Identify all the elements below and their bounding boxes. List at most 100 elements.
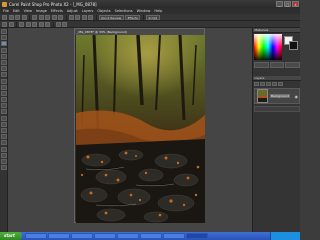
close-button[interactable]: x — [292, 1, 299, 7]
option-button-2[interactable] — [25, 21, 31, 27]
menu-window[interactable]: Window — [137, 9, 151, 13]
zoom-tool[interactable] — [0, 35, 7, 41]
duplicate-layer-button[interactable] — [260, 82, 265, 86]
reset-button[interactable] — [8, 21, 14, 27]
layer-properties-bar — [254, 106, 300, 112]
preset-shape-tool[interactable] — [0, 128, 7, 133]
dropper-tool[interactable] — [0, 53, 7, 59]
title-bar: Corel Paint Shop Pro Photo X2 - [_MG_087… — [0, 0, 300, 8]
layer-properties-button[interactable] — [278, 82, 283, 86]
materials-control-1[interactable] — [254, 62, 269, 68]
selection-tool[interactable] — [0, 47, 7, 53]
maximize-button[interactable]: □ — [284, 1, 291, 7]
menu-edit[interactable]: Edit — [13, 9, 20, 13]
new-file-button[interactable] — [2, 14, 7, 20]
crop-tool[interactable] — [0, 59, 7, 65]
layers-panel-title: Layers — [253, 76, 301, 81]
materials-panel-title: Materials — [253, 28, 300, 33]
materials-control-3[interactable] — [285, 62, 301, 68]
layer-mask-button[interactable] — [272, 82, 277, 86]
taskbar-item[interactable] — [163, 233, 185, 239]
open-file-button[interactable] — [8, 14, 14, 20]
minimize-button[interactable]: _ — [276, 1, 283, 7]
tools-toolbar — [0, 28, 8, 232]
red-eye-tool[interactable] — [0, 72, 7, 78]
undo-button[interactable] — [32, 14, 37, 20]
window-controls: _ □ x — [276, 1, 299, 7]
taskbar-item[interactable] — [140, 233, 162, 239]
menu-layers[interactable]: Layers — [82, 9, 94, 13]
eraser-tool[interactable] — [0, 109, 7, 115]
menu-help[interactable]: Help — [154, 9, 162, 13]
layer-row-background[interactable]: Background ◉ — [254, 88, 300, 104]
menu-file[interactable]: File — [3, 9, 9, 13]
pan-tool[interactable] — [0, 29, 7, 34]
zoom-button[interactable] — [68, 14, 74, 20]
standard-toolbar: Quick Review Effects Script — [0, 14, 300, 21]
option-button-1[interactable] — [19, 21, 24, 27]
photo-canvas[interactable] — [76, 35, 205, 223]
toolbar-separator — [95, 14, 96, 20]
effects-button[interactable]: Effects — [125, 14, 141, 20]
menu-selections[interactable]: Selections — [115, 9, 133, 13]
menu-image[interactable]: Image — [36, 9, 47, 13]
option-button-5[interactable] — [45, 21, 50, 27]
mesh-warp-tool[interactable] — [0, 146, 7, 152]
layer-name: Background — [270, 94, 290, 98]
menu-objects[interactable]: Objects — [97, 9, 110, 13]
taskbar-item[interactable] — [25, 233, 47, 239]
save-button[interactable] — [15, 14, 20, 20]
redo-button[interactable] — [38, 14, 44, 20]
crop-button[interactable] — [75, 14, 80, 20]
smudge-tool[interactable] — [0, 158, 7, 164]
system-tray-clock — [270, 232, 300, 240]
right-panels: Materials Layers Background ◉ — [252, 28, 301, 232]
paint-brush-tool[interactable] — [0, 90, 7, 96]
script-button[interactable]: Script — [145, 14, 160, 20]
taskbar-item[interactable] — [48, 233, 70, 239]
materials-controls — [254, 62, 301, 68]
pen-tool[interactable] — [0, 134, 7, 140]
clone-brush-tool[interactable] — [0, 78, 7, 84]
menu-adjust[interactable]: Adjust — [67, 9, 78, 13]
straighten-tool[interactable] — [0, 66, 7, 72]
document-window[interactable]: _MG_0878* @ 33% (Background) — [74, 28, 205, 223]
preset-button[interactable] — [2, 21, 7, 27]
text-tool[interactable] — [0, 121, 7, 127]
taskbar-item-active[interactable] — [186, 233, 208, 239]
option-button-7[interactable] — [62, 21, 67, 27]
pick-tool[interactable] — [0, 41, 7, 47]
flood-fill-tool[interactable] — [0, 115, 7, 121]
cut-button[interactable] — [45, 14, 50, 20]
taskbar-item[interactable] — [117, 233, 139, 239]
scratch-remover-tool[interactable] — [0, 84, 7, 90]
delete-layer-button[interactable] — [266, 82, 271, 86]
color-spectrum[interactable] — [254, 34, 282, 60]
eye-icon[interactable]: ◉ — [295, 94, 299, 99]
foreground-background-swatches[interactable] — [284, 36, 299, 50]
histogram-button[interactable] — [88, 14, 93, 20]
print-button[interactable] — [21, 14, 27, 20]
airbrush-tool[interactable] — [0, 97, 7, 103]
warp-brush-tool[interactable] — [0, 140, 7, 146]
menu-view[interactable]: View — [24, 9, 32, 13]
taskbar-item[interactable] — [94, 233, 116, 239]
burn-tool[interactable] — [0, 165, 7, 171]
workspace: _MG_0878* @ 33% (Background) — [8, 28, 252, 232]
lighten-darken-tool[interactable] — [0, 103, 7, 109]
color-changer-tool[interactable] — [0, 152, 7, 158]
background-color-swatch[interactable] — [289, 41, 298, 50]
option-button-3[interactable] — [32, 21, 37, 27]
menu-effects[interactable]: Effects — [51, 9, 63, 13]
taskbar-item[interactable] — [71, 233, 93, 239]
option-button-4[interactable] — [38, 21, 44, 27]
rotate-button[interactable] — [81, 14, 87, 20]
quick-review-button[interactable]: Quick Review — [98, 14, 124, 20]
option-button-6[interactable] — [55, 21, 61, 27]
copy-button[interactable] — [51, 14, 57, 20]
start-button[interactable]: start — [0, 232, 22, 240]
window-title: Corel Paint Shop Pro Photo X2 - [_MG_087… — [9, 1, 97, 7]
new-layer-button[interactable] — [254, 82, 259, 86]
materials-control-2[interactable] — [269, 62, 285, 68]
paste-button[interactable] — [58, 14, 63, 20]
